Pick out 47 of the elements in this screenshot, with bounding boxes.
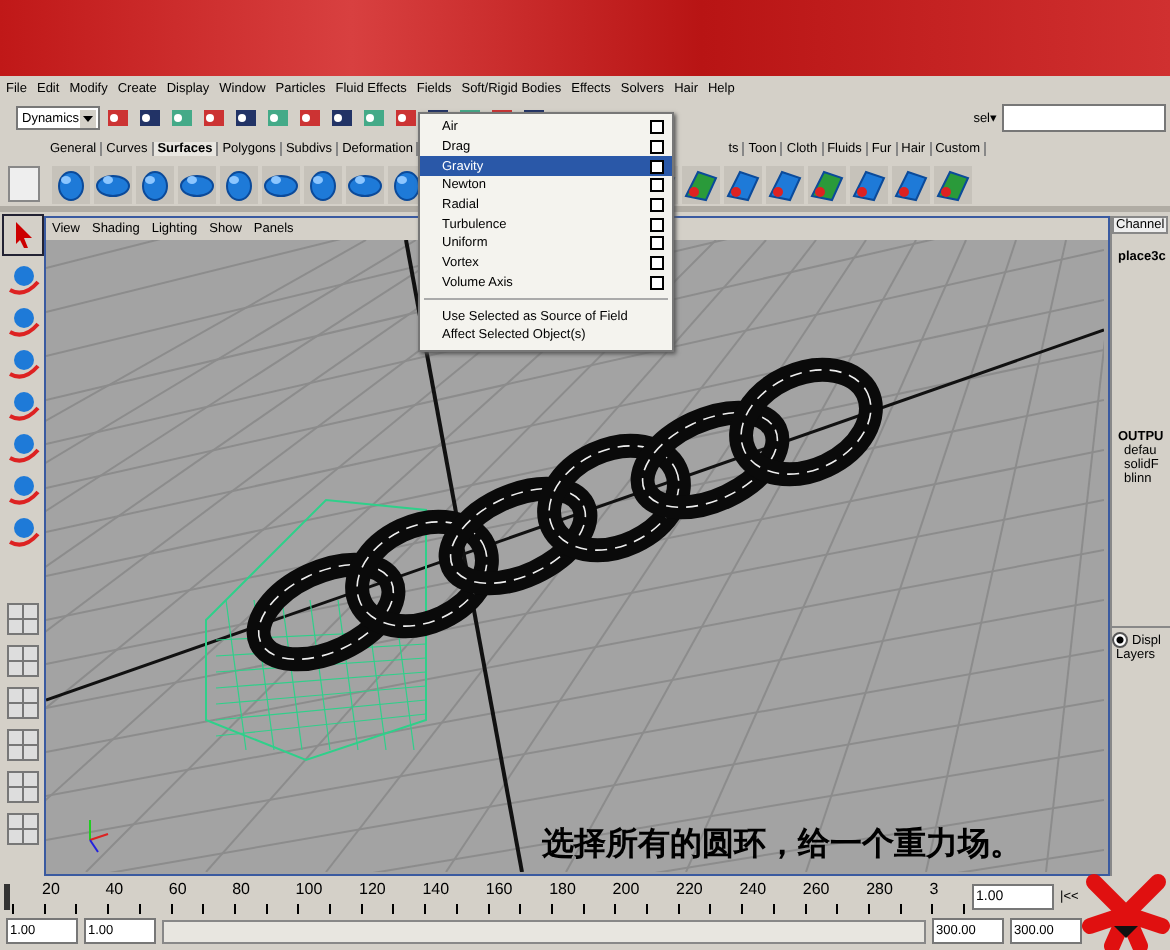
option-box-icon[interactable] bbox=[650, 120, 664, 135]
shelf-tool-icon[interactable] bbox=[136, 165, 174, 203]
star-burst-icon bbox=[1082, 870, 1170, 950]
panel-layout-icon[interactable] bbox=[3, 726, 41, 764]
shelf-menu-button[interactable] bbox=[8, 166, 40, 202]
range-slider-bar[interactable] bbox=[164, 921, 924, 941]
selection-input-field[interactable] bbox=[1002, 104, 1166, 132]
panel-layout-icon[interactable] bbox=[3, 642, 41, 680]
chain-links-drawing[interactable] bbox=[246, 357, 883, 672]
shelf-tool-icon[interactable] bbox=[94, 165, 132, 203]
shelf-tool-icon[interactable] bbox=[262, 165, 300, 203]
toolbar-tool-icon[interactable] bbox=[200, 104, 228, 132]
panel-layout-icon[interactable] bbox=[3, 684, 41, 722]
shelf-tool-icon[interactable] bbox=[178, 165, 216, 203]
shelf-tool-icon[interactable] bbox=[934, 165, 972, 203]
toolbar-tool-icon[interactable] bbox=[136, 104, 164, 132]
shelf-tool-icon[interactable] bbox=[220, 165, 258, 203]
shelf-tool-icon[interactable] bbox=[346, 165, 384, 203]
option-box-icon[interactable] bbox=[650, 256, 664, 271]
option-box-icon[interactable] bbox=[650, 198, 664, 213]
shelf-tool-icon[interactable] bbox=[850, 165, 888, 203]
time-slider[interactable]: 20 40 60 80 100 120 140 160 180 200 220 240 260 280 3 bbox=[0, 878, 966, 914]
option-box-icon[interactable] bbox=[650, 217, 664, 232]
radio-button[interactable] bbox=[1112, 632, 1128, 648]
axis-gizmo-icon bbox=[89, 819, 109, 853]
shelf-tool-icon[interactable] bbox=[808, 165, 846, 203]
shelf-tool-icon[interactable] bbox=[724, 165, 762, 203]
shelf-tool-icon[interactable] bbox=[52, 165, 90, 203]
shelf-tool-icon[interactable] bbox=[682, 165, 720, 203]
panel-layout-icon[interactable] bbox=[3, 768, 41, 806]
shelf-tool-icon[interactable] bbox=[892, 165, 930, 203]
option-box-icon[interactable] bbox=[650, 159, 664, 174]
option-box-icon[interactable] bbox=[650, 275, 664, 290]
panel-layout-icon[interactable] bbox=[3, 810, 41, 848]
panel-layout-icon[interactable] bbox=[3, 600, 41, 638]
toolbar-tool-icon[interactable] bbox=[232, 104, 260, 132]
option-box-icon[interactable] bbox=[650, 178, 664, 193]
dropdown-arrow-icon bbox=[80, 109, 96, 127]
instruction-caption: 选择所有的圆环，给一个重力场。 bbox=[542, 824, 1022, 866]
shelf-tool-icon[interactable] bbox=[304, 165, 342, 203]
toolbar-tool-icon[interactable] bbox=[296, 104, 324, 132]
shelf-tool-icon[interactable] bbox=[766, 165, 804, 203]
toolbar-tool-icon[interactable] bbox=[328, 104, 356, 132]
toolbar-tool-icon[interactable] bbox=[392, 104, 420, 132]
option-box-icon[interactable] bbox=[650, 236, 664, 251]
toolbar-tool-icon[interactable] bbox=[104, 104, 132, 132]
option-box-icon[interactable] bbox=[650, 140, 664, 155]
